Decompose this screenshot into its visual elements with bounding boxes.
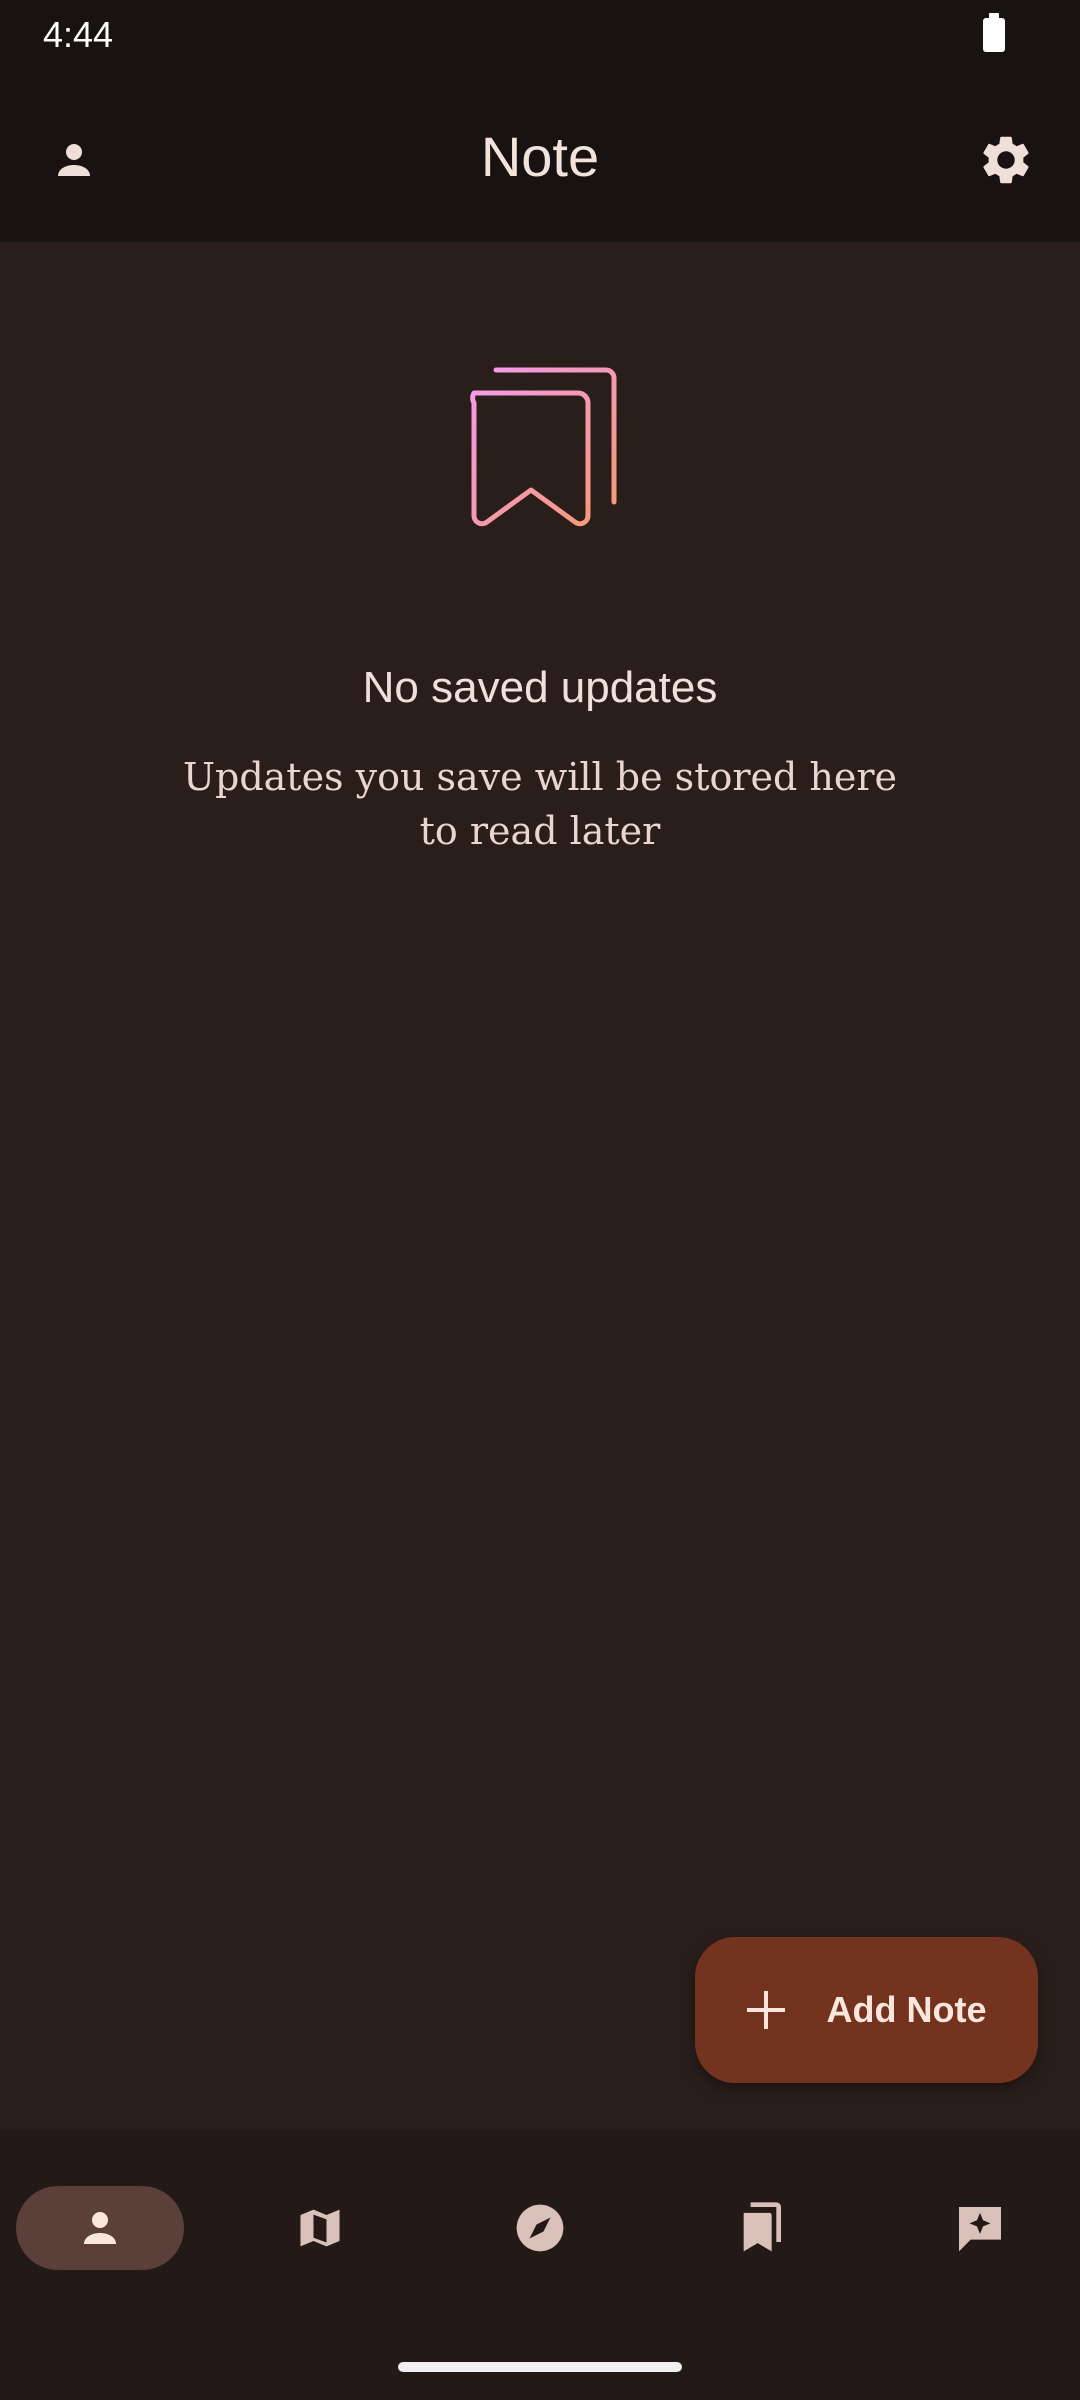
settings-button[interactable]: [966, 120, 1046, 200]
gear-icon: [983, 136, 1029, 184]
page-title: Note: [480, 125, 600, 188]
app-bar: Note: [0, 72, 1080, 242]
person-icon: [84, 2212, 116, 2244]
empty-state-title: No saved updates: [362, 663, 718, 712]
home-indicator[interactable]: [398, 2362, 682, 2372]
add-note-button[interactable]: Add Note: [695, 1937, 1038, 2083]
sparkle-chat-icon: [959, 2207, 1001, 2252]
nav-item-explore[interactable]: [456, 2186, 624, 2270]
nav-item-saved[interactable]: [676, 2186, 844, 2270]
compass-icon: [516, 2204, 564, 2252]
battery-icon: [983, 13, 1005, 52]
bookmarks-icon: [743, 2202, 781, 2252]
status-bar: 4:44: [0, 0, 1080, 72]
map-icon: [300, 2209, 340, 2247]
add-note-label: Add Note: [826, 1989, 987, 2030]
status-time: 4:44: [43, 14, 114, 55]
nav-item-updates[interactable]: [896, 2186, 1064, 2270]
nav-item-map[interactable]: [236, 2186, 404, 2270]
bottom-navigation: [0, 2130, 1080, 2400]
empty-state-subtitle: Updates you save will be stored here to …: [182, 755, 898, 853]
bookmarks-icon: [470, 367, 617, 527]
plus-icon: [746, 1991, 785, 2029]
nav-item-profile[interactable]: [16, 2186, 184, 2270]
